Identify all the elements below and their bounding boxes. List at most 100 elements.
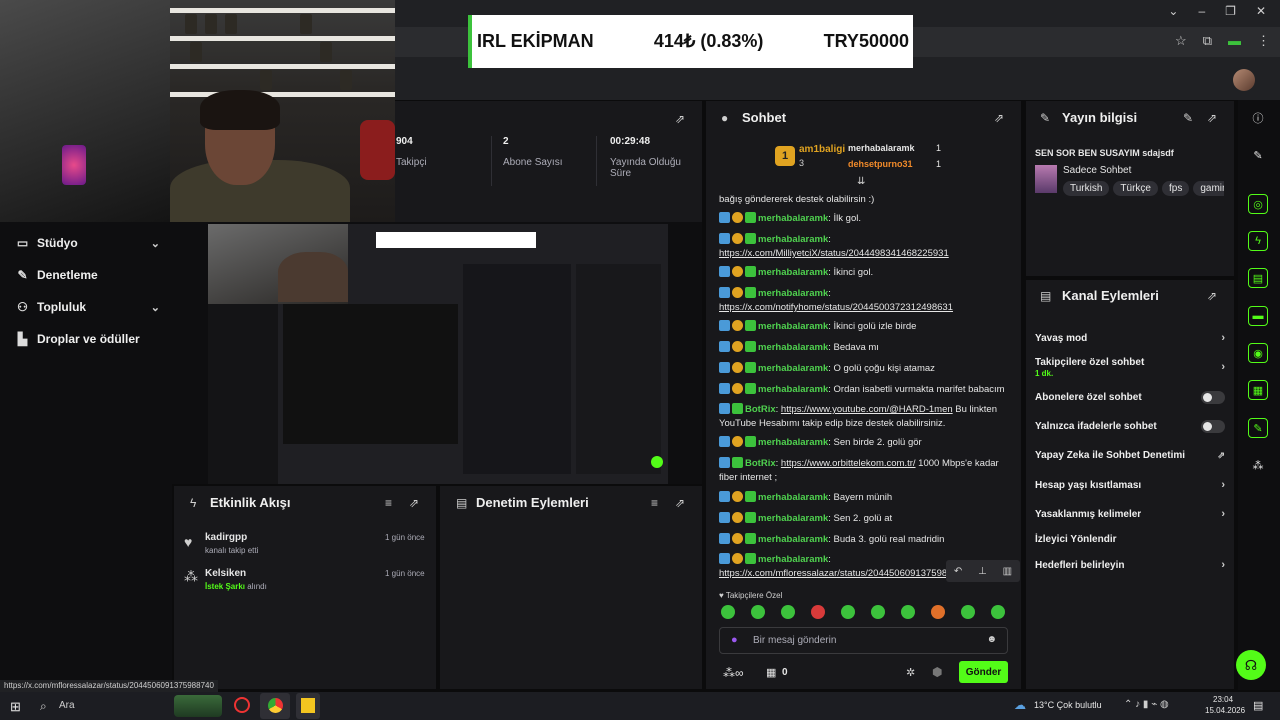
edit-pencil-icon[interactable]: ✎ <box>1183 111 1193 125</box>
avatar[interactable] <box>1233 69 1255 91</box>
tag[interactable]: Türkçe <box>1113 181 1158 196</box>
chat-username[interactable]: merhabalaramk <box>758 213 828 224</box>
chrome-taskbar-button[interactable] <box>260 693 290 719</box>
event-user[interactable]: kadirgpp <box>205 532 247 543</box>
more-icon[interactable]: ⁂ <box>1248 455 1268 475</box>
ai-mod-row[interactable]: Yapay Zeka ile Sohbet Denetimi ⇗ <box>1035 450 1225 461</box>
goals-row[interactable]: Hedefleri belirleyin › <box>1035 559 1225 571</box>
subs-chat-row[interactable]: Abonelere özel sohbet <box>1035 391 1225 404</box>
sidebar-item-studio[interactable]: ▭ Stüdyo ⌄ <box>16 236 160 250</box>
chat-username[interactable]: merhabalaramk <box>758 513 828 524</box>
sidebar-item-moderation[interactable]: ✎ Denetleme <box>16 268 160 282</box>
emote-icon[interactable] <box>841 605 855 619</box>
wrench-icon[interactable]: ✎ <box>1248 418 1268 438</box>
send-button[interactable]: Gönder <box>959 661 1008 683</box>
scroll-down-icon[interactable]: ⇊ <box>857 176 865 187</box>
chat-username[interactable]: merhabalaramk <box>758 234 828 245</box>
extension-flag-icon[interactable]: ▬ <box>1228 33 1241 49</box>
clock-time[interactable]: 23:04 <box>1213 695 1233 704</box>
shield-icon[interactable]: ⬢ <box>932 665 942 679</box>
settings-gear-icon[interactable]: ✲ <box>906 666 915 679</box>
emote-icon[interactable] <box>751 605 765 619</box>
target-icon[interactable]: ◎ <box>1248 194 1268 214</box>
emote-chat-toggle[interactable] <box>1201 420 1225 433</box>
chat-username[interactable]: merhabalaramk <box>758 384 828 395</box>
popout-icon[interactable]: ⇗ <box>675 496 685 510</box>
top-gifter-name[interactable]: am1baligi <box>799 144 845 155</box>
app-icon[interactable] <box>234 697 250 713</box>
layout-icon[interactable]: ▦ <box>1248 380 1268 400</box>
browser-menu-icon[interactable]: ⋮ <box>1257 33 1270 49</box>
broadcast-icon[interactable]: ◉ <box>1248 343 1268 363</box>
tag[interactable]: gaming <box>1193 181 1224 196</box>
emote-chat-row[interactable]: Yalnızca ifadelerle sohbet <box>1035 420 1225 433</box>
emote-icon[interactable] <box>901 605 915 619</box>
taskbar-search[interactable]: Ara <box>59 700 75 711</box>
gifter-name[interactable]: dehsetpurno31 <box>848 159 913 169</box>
popout-icon[interactable]: ⇗ <box>1207 289 1217 303</box>
chat-username[interactable]: merhabalaramk <box>758 288 828 299</box>
microphone-icon[interactable]: ● <box>731 634 738 646</box>
lightning-icon[interactable]: ϟ <box>1248 231 1268 251</box>
sidebar-item-drops[interactable]: ▙ Droplar ve ödüller <box>16 332 160 346</box>
subs-chat-toggle[interactable] <box>1201 391 1225 404</box>
emote-icon[interactable] <box>961 605 975 619</box>
tray-icons[interactable]: ⌃ ♪ ▮ ⌁ ◍ <box>1124 699 1169 710</box>
banned-words-row[interactable]: Yasaklanmış kelimeler › <box>1035 508 1225 520</box>
extensions-icon[interactable]: ⧉ <box>1203 33 1212 49</box>
pin-icon[interactable]: ⊥ <box>978 566 987 577</box>
emote-icon[interactable] <box>721 605 735 619</box>
chat-username[interactable]: merhabalaramk <box>758 534 828 545</box>
redirect-row[interactable]: İzleyici Yönlendir <box>1035 534 1225 545</box>
chat-username[interactable]: merhabalaramk <box>758 267 828 278</box>
emote-icon[interactable] <box>991 605 1005 619</box>
minimize-icon[interactable]: – <box>1198 4 1205 18</box>
clock-date[interactable]: 15.04.2026 <box>1205 706 1245 715</box>
windows-start-icon[interactable]: ⊞ <box>10 699 21 715</box>
headset-icon[interactable]: ☊ <box>1236 650 1266 680</box>
popout-icon[interactable]: ⇗ <box>994 111 1004 125</box>
chat-username[interactable]: BotRix <box>745 404 776 415</box>
followers-chat-row[interactable]: Takipçilere özel sohbet 1 dk. › <box>1035 357 1225 379</box>
stream-preview[interactable] <box>208 224 668 484</box>
restore-icon[interactable]: ❐ <box>1225 4 1236 18</box>
chat-link[interactable]: https://x.com/mfloressalazar/status/2044… <box>719 568 952 579</box>
chat-username[interactable]: merhabalaramk <box>758 492 828 503</box>
chat-username[interactable]: merhabalaramk <box>758 342 828 353</box>
trash-icon[interactable]: ▥ <box>1003 566 1012 577</box>
filter-icon[interactable]: ≡ <box>385 496 392 510</box>
chat-username[interactable]: merhabalaramk <box>758 363 828 374</box>
chat-input[interactable]: ● Bir mesaj gönderin ☻ <box>719 627 1008 654</box>
info-icon[interactable]: ⓘ <box>1248 108 1268 128</box>
edit-pencil-icon[interactable]: ✎ <box>1248 145 1268 165</box>
tag[interactable]: Turkish <box>1063 181 1110 196</box>
widget-thumbnail[interactable] <box>174 695 222 717</box>
slow-mode-row[interactable]: Yavaş mod › <box>1035 332 1225 344</box>
chevron-down-icon[interactable]: ⌄ <box>1168 4 1178 18</box>
filter-icon[interactable]: ≡ <box>651 496 658 510</box>
weather-text[interactable]: 13°C Çok bulutlu <box>1034 700 1102 710</box>
chat-link[interactable]: https://www.youtube.com/@HARD-1men <box>781 404 953 415</box>
reply-icon[interactable]: ↶ <box>954 566 962 577</box>
notification-icon[interactable]: ▤ <box>1253 699 1263 712</box>
emote-icon[interactable] <box>781 605 795 619</box>
chat-bubble-icon[interactable]: ▬ <box>1248 306 1268 326</box>
chat-link[interactable]: https://x.com/notifyhome/status/20445003… <box>719 302 953 313</box>
app-taskbar-button[interactable] <box>296 693 320 719</box>
infinity-icon[interactable]: ⁂∞ <box>723 666 744 680</box>
search-icon[interactable]: ⌕ <box>40 699 47 714</box>
emote-icon[interactable] <box>811 605 825 619</box>
emoji-icon[interactable]: ☻ <box>986 634 997 645</box>
gifter-name[interactable]: merhabalaramk <box>848 143 915 153</box>
age-limit-row[interactable]: Hesap yaşı kısıtlaması › <box>1035 479 1225 491</box>
gift-box-icon[interactable]: ▦ <box>766 666 776 679</box>
chat-link[interactable]: https://www.orbittelekom.com.tr/ <box>781 458 916 469</box>
popout-icon[interactable]: ⇗ <box>409 496 419 510</box>
bookmark-star-icon[interactable]: ☆ <box>1175 33 1187 49</box>
chat-username[interactable]: merhabalaramk <box>758 321 828 332</box>
category-name[interactable]: Sadece Sohbet <box>1063 165 1131 176</box>
chat-username[interactable]: merhabalaramk <box>758 554 828 565</box>
close-icon[interactable]: ✕ <box>1256 4 1266 18</box>
document-icon[interactable]: ▤ <box>1248 268 1268 288</box>
chat-username[interactable]: merhabalaramk <box>758 437 828 448</box>
